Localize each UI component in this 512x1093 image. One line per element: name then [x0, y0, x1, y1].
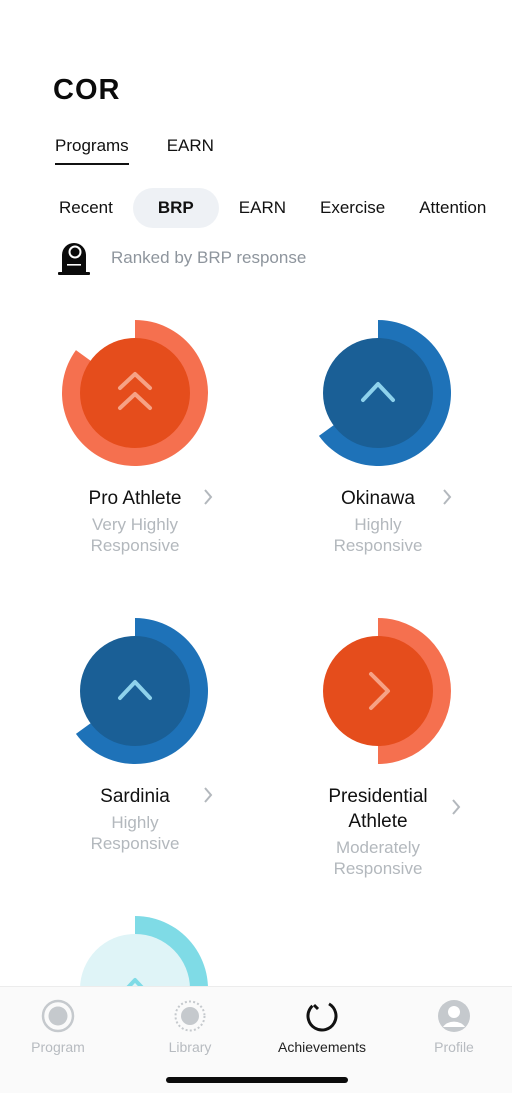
response-ring — [323, 618, 451, 764]
chip-attention[interactable]: Attention — [405, 188, 500, 228]
nav-profile[interactable]: Profile — [399, 999, 509, 1055]
program-subtitle-1: Highly — [354, 515, 402, 534]
chevron-right-icon — [443, 489, 452, 505]
chip-exercise[interactable]: Exercise — [306, 188, 399, 228]
program-card-presidential-athlete[interactable]: Presidential Athlete Moderately Responsi… — [278, 616, 478, 879]
program-card-okinawa[interactable]: Okinawa Highly Responsive — [278, 318, 478, 556]
program-title: Sardinia — [100, 786, 170, 807]
rank-row: Ranked by BRP response — [57, 240, 306, 276]
nav-label: Achievements — [278, 1039, 366, 1055]
program-subtitle-1: Moderately — [335, 838, 421, 857]
app-title: COR — [53, 74, 121, 106]
filter-chips[interactable]: Recent BRP EARN Exercise Attention — [45, 188, 512, 228]
response-ring — [75, 618, 208, 764]
program-subtitle-2: Responsive — [90, 834, 180, 853]
progress-ring-icon — [306, 1000, 338, 1032]
home-indicator — [166, 1077, 348, 1083]
program-card-sardinia[interactable]: Sardinia Highly Responsive — [35, 616, 235, 854]
nav-label: Program — [31, 1039, 85, 1055]
nav-library[interactable]: Library — [135, 999, 245, 1055]
nav-label: Profile — [434, 1039, 474, 1055]
inner-disc — [323, 636, 433, 746]
tab-earn[interactable]: EARN — [167, 136, 214, 165]
program-subtitle-1: Very Highly — [92, 515, 178, 534]
nav-achievements[interactable]: Achievements — [267, 999, 377, 1055]
rank-description: Ranked by BRP response — [111, 248, 307, 267]
program-subtitle-2: Responsive — [333, 859, 423, 878]
chip-recent[interactable]: Recent — [45, 188, 127, 228]
chip-earn[interactable]: EARN — [225, 188, 300, 228]
program-title: Pro Athlete — [88, 488, 182, 509]
program-title: Okinawa — [341, 488, 415, 509]
dotted-circle-icon — [174, 1000, 206, 1032]
chevron-right-icon — [204, 489, 213, 505]
program-subtitle-1: Highly — [111, 813, 159, 832]
top-tabs: Programs EARN — [55, 136, 214, 165]
inner-disc — [323, 338, 433, 448]
inner-disc — [80, 636, 190, 746]
program-card-pro-athlete[interactable]: Pro Athlete Very Highly Responsive — [35, 318, 235, 556]
user-avatar-icon — [438, 1000, 470, 1032]
program-title: Presidential — [328, 786, 428, 807]
nav-program[interactable]: Program — [3, 999, 113, 1055]
record-circle-icon — [41, 999, 75, 1033]
tab-programs[interactable]: Programs — [55, 136, 129, 165]
program-subtitle-2: Responsive — [333, 536, 423, 555]
response-ring — [61, 320, 208, 466]
chevron-right-icon — [452, 799, 461, 815]
device-sensor-icon — [58, 243, 90, 275]
response-ring — [318, 320, 451, 466]
chip-brp[interactable]: BRP — [132, 188, 219, 228]
chevron-right-icon — [204, 787, 213, 803]
program-title-line-2: Athlete — [348, 811, 408, 832]
nav-label: Library — [168, 1039, 212, 1055]
program-subtitle-2: Responsive — [90, 536, 180, 555]
